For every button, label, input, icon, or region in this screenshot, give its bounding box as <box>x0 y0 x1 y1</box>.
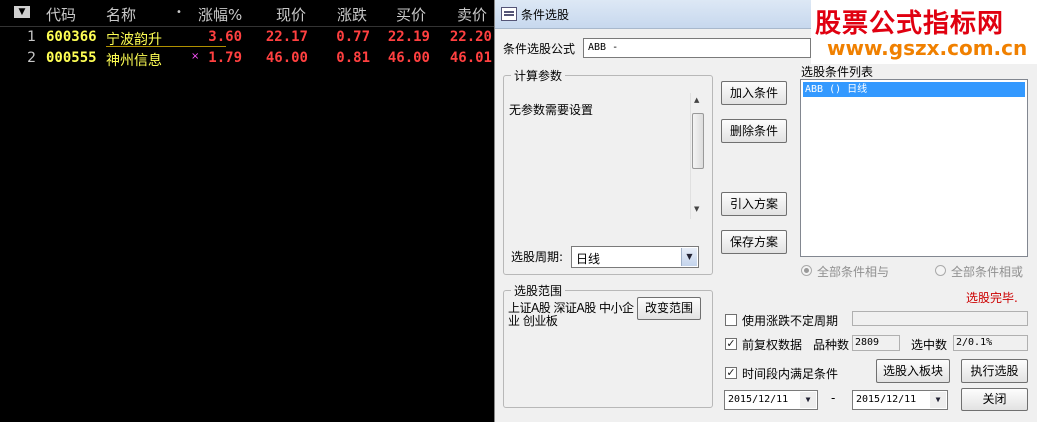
selected-count-label: 选中数 <box>911 338 948 352</box>
stock-code: 000555 <box>46 50 97 66</box>
conditions-list[interactable]: ABB () 日线 <box>800 79 1028 257</box>
window-title: 条件选股 <box>521 8 570 22</box>
col-bid[interactable]: 买价 <box>396 4 426 25</box>
add-to-block-button[interactable]: 选股入板块 <box>876 359 950 383</box>
stock-code: 600366 <box>46 29 97 45</box>
undefined-period-field[interactable] <box>852 311 1028 326</box>
calendar-dropdown-icon[interactable]: ▼ <box>800 392 816 408</box>
use-undefined-period-checkbox[interactable] <box>725 314 737 326</box>
import-plan-button[interactable]: 引入方案 <box>721 192 787 216</box>
table-row[interactable]: 2 000555 神州信息 × 1.79 46.00 0.81 46.00 46… <box>0 48 500 69</box>
change-scope-button[interactable]: 改变范围 <box>637 297 701 320</box>
ask: 22.20 <box>449 29 492 45</box>
radio-and-label: 全部条件相与 <box>817 265 890 279</box>
date-to-picker[interactable]: 2015/12/11 ▼ <box>852 390 948 410</box>
stock-name: 神州信息 <box>106 53 162 69</box>
sort-dropdown-icon[interactable]: ▼ <box>14 6 30 18</box>
within-period-label: 时间段内满足条件 <box>742 367 839 381</box>
params-scrollbar[interactable]: ▲ ▼ <box>690 93 705 219</box>
delete-condition-button[interactable]: 删除条件 <box>721 119 787 143</box>
within-period-checkbox[interactable]: ✓ <box>725 367 737 379</box>
col-change-pct[interactable]: 涨幅% <box>198 4 242 25</box>
calendar-dropdown-icon[interactable]: ▼ <box>930 392 946 408</box>
change-pct: 3.60 <box>208 29 242 45</box>
change-pct: 1.79 <box>208 50 242 66</box>
add-condition-button[interactable]: 加入条件 <box>721 81 787 105</box>
period-select[interactable]: 日线 ▼ <box>571 246 699 268</box>
radio-and[interactable] <box>801 265 812 276</box>
list-item[interactable]: ABB () 日线 <box>803 82 1025 97</box>
window-icon <box>501 7 517 21</box>
status-text: 选股完毕. <box>966 291 1018 305</box>
row-index: 2 <box>27 50 36 66</box>
stock-selection-dialog: 条件选股 股票公式指标网 www.gszx.com.cn 条件选股公式 ABB … <box>494 0 1037 422</box>
variety-count-field: 2809 <box>852 335 900 351</box>
params-group-title: 计算参数 <box>511 67 566 84</box>
bid: 46.00 <box>387 50 430 66</box>
col-code[interactable]: 代码 <box>46 4 76 25</box>
params-text: 无参数需要设置 <box>509 103 594 117</box>
date-separator: - <box>831 391 836 405</box>
bid: 22.19 <box>387 29 430 45</box>
use-undefined-period-label: 使用涨跌不定周期 <box>742 314 839 328</box>
prior-adjust-checkbox[interactable]: ✓ <box>725 338 737 350</box>
table-header: ▼ 代码 名称 • 涨幅% 现价 涨跌 买价 卖价 <box>0 0 500 27</box>
change: 0.81 <box>336 50 370 66</box>
price: 22.17 <box>265 29 308 45</box>
price: 46.00 <box>265 50 308 66</box>
save-plan-button[interactable]: 保存方案 <box>721 230 787 254</box>
stock-table: ▼ 代码 名称 • 涨幅% 现价 涨跌 买价 卖价 1 600366 宁波韵升 … <box>0 0 500 422</box>
scroll-thumb[interactable] <box>692 113 704 169</box>
chevron-down-icon[interactable]: ▼ <box>681 248 697 266</box>
radio-or[interactable] <box>935 265 946 276</box>
formula-label: 条件选股公式 <box>503 42 576 56</box>
date-to-value: 2015/12/11 <box>856 394 917 405</box>
variety-count-label: 品种数 <box>813 338 850 352</box>
watermark-url: www.gszx.com.cn <box>827 36 1028 60</box>
date-from-value: 2015/12/11 <box>728 394 789 405</box>
period-value: 日线 <box>576 252 601 266</box>
formula-field[interactable]: ABB - <box>583 38 811 58</box>
col-ask[interactable]: 卖价 <box>457 4 487 25</box>
watermark-title: 股票公式指标网 <box>815 9 1005 39</box>
table-row[interactable]: 1 600366 宁波韵升 3.60 22.17 0.77 22.19 22.2… <box>0 27 500 48</box>
scope-group-title: 选股范围 <box>511 282 566 299</box>
prior-adjust-label: 前复权数据 <box>742 338 803 352</box>
close-button[interactable]: 关闭 <box>961 388 1028 411</box>
row-index: 1 <box>27 29 36 45</box>
conditions-label: 选股条件列表 <box>801 65 874 79</box>
col-price[interactable]: 现价 <box>276 4 306 25</box>
execute-selection-button[interactable]: 执行选股 <box>961 359 1028 383</box>
col-dot: • <box>176 7 182 18</box>
period-label: 选股周期: <box>511 250 564 264</box>
row-mark: × <box>191 51 200 62</box>
radio-or-label: 全部条件相或 <box>951 265 1024 279</box>
scroll-up-icon[interactable]: ▲ <box>694 96 699 104</box>
col-change[interactable]: 涨跌 <box>337 4 367 25</box>
date-from-picker[interactable]: 2015/12/11 ▼ <box>724 390 818 410</box>
change: 0.77 <box>336 29 370 45</box>
ask: 46.01 <box>449 50 492 66</box>
scroll-down-icon[interactable]: ▼ <box>694 205 699 213</box>
row-highlight-line <box>106 46 226 47</box>
col-name[interactable]: 名称 <box>106 4 136 25</box>
scope-text: 上证A股 深证A股 中小企业 创业板 <box>508 301 634 328</box>
selected-count-field: 2/0.1% <box>953 335 1028 351</box>
